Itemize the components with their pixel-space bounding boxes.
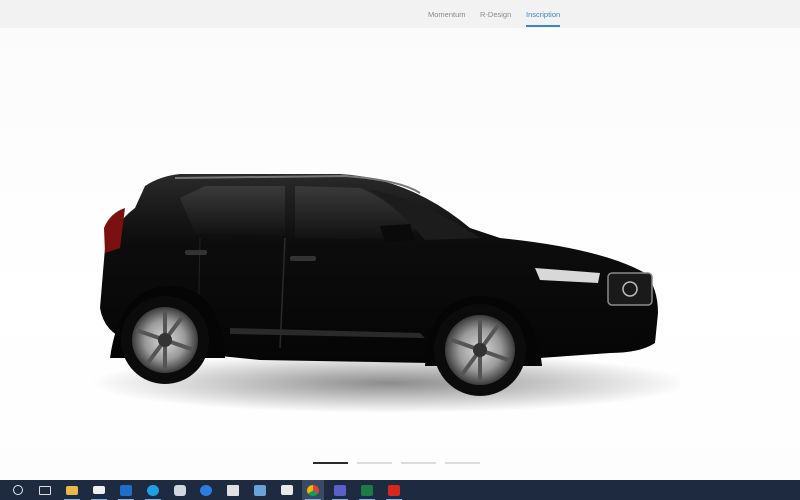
car-image-stage [0, 28, 800, 480]
store-bag-icon[interactable] [276, 480, 298, 500]
acrobat-icon[interactable] [383, 480, 405, 500]
tab-inscription-label: Inscription [526, 10, 561, 19]
chrome-icon[interactable] [302, 480, 324, 500]
start-circle-icon[interactable] [7, 480, 29, 500]
outlook-icon[interactable] [115, 480, 137, 500]
edge-icon[interactable] [169, 480, 191, 500]
skype-icon[interactable] [142, 480, 164, 500]
file-explorer-icon[interactable] [61, 480, 83, 500]
tab-r-design[interactable]: R-Design [480, 10, 511, 19]
trim-tab-bar: Momentum R-Design Inscription [0, 0, 800, 28]
carousel-dot-1[interactable] [313, 462, 348, 464]
teams-icon[interactable] [329, 480, 351, 500]
remote-desktop-icon[interactable] [222, 480, 244, 500]
mail-icon[interactable] [88, 480, 110, 500]
excel-icon[interactable] [356, 480, 378, 500]
active-tab-indicator [526, 25, 561, 27]
settings-app-icon[interactable] [195, 480, 217, 500]
task-view-icon[interactable] [34, 480, 56, 500]
carousel-dot-2[interactable] [357, 462, 392, 464]
store-icon[interactable] [249, 480, 271, 500]
carousel-dot-4[interactable] [445, 462, 480, 464]
os-taskbar [0, 480, 800, 500]
tab-inscription[interactable]: Inscription [526, 10, 561, 27]
car-image [90, 174, 680, 413]
carousel-pagination [313, 462, 481, 466]
tab-momentum[interactable]: Momentum [428, 10, 466, 19]
carousel-dot-3[interactable] [401, 462, 436, 464]
